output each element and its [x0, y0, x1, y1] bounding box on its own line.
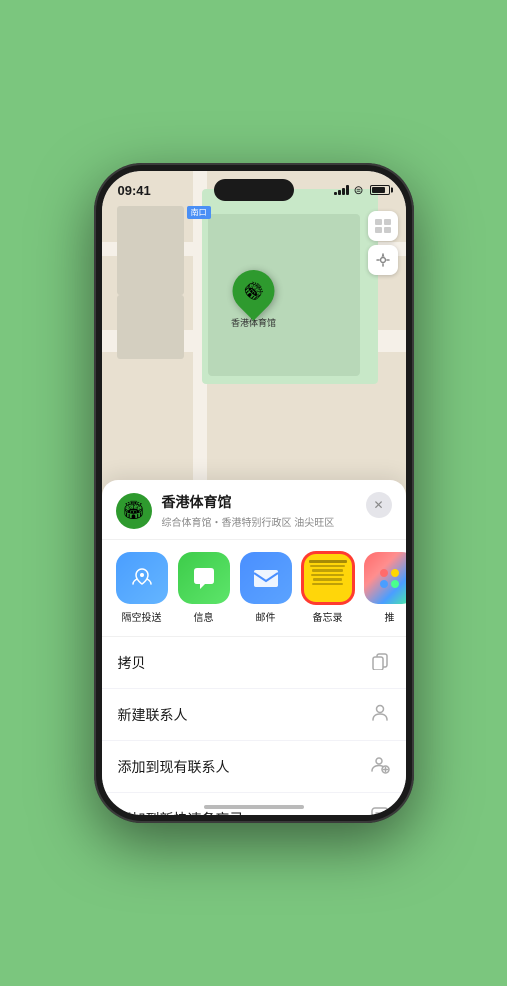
more-icon [364, 552, 406, 604]
share-notes[interactable]: 备忘录 [302, 552, 354, 624]
action-add-contact[interactable]: 添加到现有联系人 [102, 741, 406, 793]
status-icons: ⊜ [334, 183, 389, 197]
wifi-icon: ⊜ [353, 183, 363, 197]
add-contact-icon [370, 754, 390, 779]
more-label: 推 [385, 609, 395, 624]
action-new-contact[interactable]: 新建联系人 [102, 689, 406, 741]
pin-emoji: 🏟 [239, 277, 268, 306]
venue-description: 综合体育馆・香港特别行政区 油尖旺区 [162, 514, 392, 529]
battery-icon [370, 185, 390, 195]
venue-info: 香港体育馆 综合体育馆・香港特别行政区 油尖旺区 [162, 492, 392, 529]
new-contact-label: 新建联系人 [118, 705, 188, 725]
map-controls [368, 211, 398, 275]
home-indicator [204, 805, 304, 809]
mail-label: 邮件 [256, 609, 276, 624]
map-area[interactable]: 南口 [102, 171, 406, 525]
map-label-south: 南口 [187, 206, 211, 219]
share-messages[interactable]: 信息 [178, 552, 230, 624]
map-type-button[interactable] [368, 211, 398, 241]
messages-icon [178, 552, 230, 604]
close-button[interactable]: ✕ [366, 492, 392, 518]
new-contact-icon [370, 702, 390, 727]
dynamic-island [214, 179, 294, 201]
add-contact-label: 添加到现有联系人 [118, 757, 230, 777]
action-copy[interactable]: 拷贝 [102, 637, 406, 689]
copy-label: 拷贝 [118, 653, 146, 673]
signal-bars-icon [334, 185, 349, 195]
quick-note-label: 添加到新快速备忘录 [118, 809, 244, 815]
location-button[interactable] [368, 245, 398, 275]
bottom-sheet: 🏟 香港体育馆 综合体育馆・香港特别行政区 油尖旺区 ✕ [102, 480, 406, 815]
airdrop-label: 隔空投送 [122, 609, 162, 624]
status-time: 09:41 [118, 183, 151, 198]
venue-name: 香港体育馆 [162, 492, 392, 512]
phone-screen: 09:41 ⊜ 南 [102, 171, 406, 815]
share-airdrop[interactable]: 隔空投送 [116, 552, 168, 624]
location-pin: 🏟 香港体育馆 [231, 270, 276, 329]
share-mail[interactable]: 邮件 [240, 552, 292, 624]
phone-frame: 09:41 ⊜ 南 [94, 163, 414, 823]
messages-label: 信息 [194, 609, 214, 624]
share-row: 隔空投送 信息 [102, 540, 406, 637]
copy-icon [370, 650, 390, 675]
action-list: 拷贝 新建联系人 [102, 637, 406, 815]
quick-note-icon [370, 806, 390, 815]
notes-icon [302, 552, 354, 604]
venue-header: 🏟 香港体育馆 综合体育馆・香港特别行政区 油尖旺区 ✕ [102, 480, 406, 540]
airdrop-icon [116, 552, 168, 604]
venue-icon: 🏟 [116, 493, 152, 529]
mail-icon [240, 552, 292, 604]
notes-label: 备忘录 [313, 609, 343, 624]
share-more[interactable]: 推 [364, 552, 406, 624]
pin-icon: 🏟 [224, 261, 283, 320]
